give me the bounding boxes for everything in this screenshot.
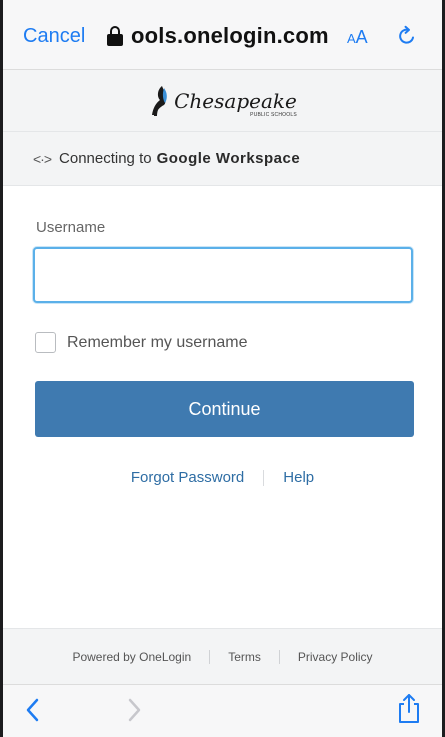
page-footer: Powered by OneLogin Terms Privacy Policy bbox=[3, 628, 442, 684]
link-divider bbox=[263, 469, 265, 486]
aa-small-glyph: A bbox=[347, 31, 356, 46]
lock-icon bbox=[107, 26, 123, 46]
remember-username-label[interactable]: Remember my username bbox=[67, 334, 248, 352]
username-label: Username bbox=[36, 219, 106, 236]
username-input[interactable] bbox=[33, 247, 413, 303]
terms-link[interactable]: Terms bbox=[228, 650, 261, 664]
privacy-policy-link[interactable]: Privacy Policy bbox=[298, 650, 373, 664]
footer-divider bbox=[209, 649, 211, 664]
powered-by-link[interactable]: Powered by OneLogin bbox=[72, 650, 191, 664]
reload-icon[interactable] bbox=[396, 25, 418, 47]
cancel-button[interactable]: Cancel bbox=[23, 25, 85, 48]
remember-username-row[interactable]: Remember my username bbox=[35, 332, 248, 353]
text-size-button[interactable]: AA bbox=[347, 27, 368, 48]
url-text: ools.onelogin.com bbox=[131, 23, 329, 48]
forgot-password-link[interactable]: Forgot Password bbox=[131, 469, 244, 486]
logo-text: Chesapeake PUBLIC SCHOOLS bbox=[174, 88, 297, 118]
footer-divider bbox=[278, 649, 280, 664]
browser-address-bar: Cancel ools.onelogin.com AA bbox=[3, 0, 442, 70]
browser-toolbar bbox=[3, 684, 442, 737]
back-icon[interactable] bbox=[23, 696, 43, 724]
forward-icon[interactable] bbox=[124, 696, 144, 724]
continue-button[interactable]: Continue bbox=[35, 381, 414, 437]
phone-screen: Cancel ools.onelogin.com AA Chesapeake P… bbox=[3, 0, 442, 737]
connecting-prefix: Connecting to bbox=[59, 150, 152, 167]
help-links: Forgot Password Help bbox=[3, 469, 442, 486]
logo-wordmark: Chesapeake bbox=[174, 88, 297, 113]
aa-big-glyph: A bbox=[355, 27, 368, 47]
connecting-app-name: Google Workspace bbox=[156, 150, 301, 167]
share-icon[interactable] bbox=[396, 693, 422, 725]
logo-mark-icon bbox=[152, 85, 167, 116]
connecting-banner: <·> Connecting to Google Workspace bbox=[3, 132, 442, 186]
remember-username-checkbox[interactable] bbox=[35, 332, 56, 353]
chesapeake-logo: Chesapeake PUBLIC SCHOOLS bbox=[148, 83, 297, 119]
brand-header: Chesapeake PUBLIC SCHOOLS bbox=[3, 70, 442, 132]
help-link[interactable]: Help bbox=[283, 469, 314, 486]
connect-arrows-icon: <·> bbox=[33, 150, 52, 167]
logo-subtext: PUBLIC SCHOOLS bbox=[250, 111, 297, 118]
url-field[interactable]: ools.onelogin.com bbox=[107, 23, 329, 49]
